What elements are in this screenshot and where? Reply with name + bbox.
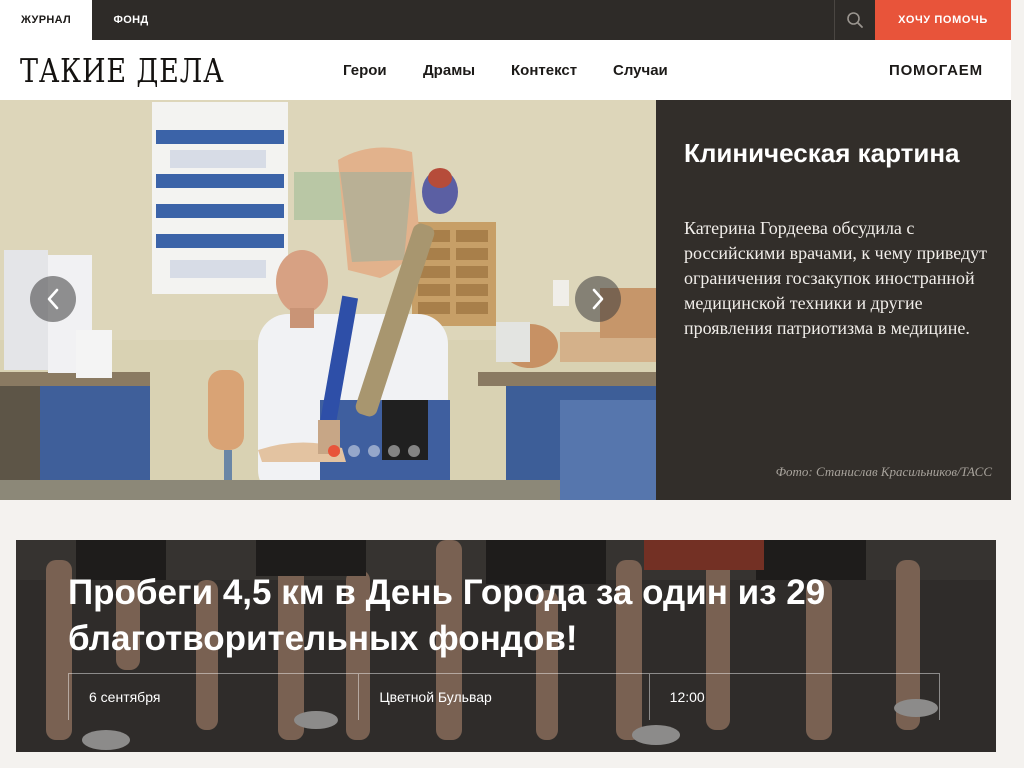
- slider-dot[interactable]: [348, 445, 360, 457]
- nav-item-cases[interactable]: Случаи: [613, 40, 668, 100]
- tab-journal[interactable]: ЖУРНАЛ: [0, 0, 92, 40]
- nav-item-we-help[interactable]: ПОМОГАЕМ: [889, 40, 983, 100]
- workshop-photo: [0, 100, 656, 500]
- photo-credit: Фото: Станислав Красильников/ТАСС: [775, 464, 992, 479]
- event-banner[interactable]: Пробеги 4,5 км в День Города за один из …: [16, 540, 996, 752]
- slider-dot[interactable]: [408, 445, 420, 457]
- search-button[interactable]: [834, 0, 875, 40]
- slider-dot[interactable]: [388, 445, 400, 457]
- event-details: 6 сентября Цветной Бульвар 12:00: [68, 673, 940, 720]
- event-place: Цветной Бульвар: [358, 674, 648, 720]
- slider-dot[interactable]: [368, 445, 380, 457]
- chevron-left-icon: [47, 288, 59, 310]
- banner-title: Пробеги 4,5 км в День Города за один из …: [68, 573, 826, 658]
- event-date: 6 сентября: [68, 674, 358, 720]
- top-bar: ЖУРНАЛ ФОНД ХОЧУ ПОМОЧЬ: [0, 0, 1011, 40]
- chevron-right-icon: [592, 288, 604, 310]
- want-to-help-button[interactable]: ХОЧУ ПОМОЧЬ: [875, 0, 1011, 40]
- slider-dot[interactable]: [328, 445, 340, 457]
- nav-item-context[interactable]: Контекст: [511, 40, 577, 100]
- tab-fund[interactable]: ФОНД: [92, 0, 170, 40]
- site-logo[interactable]: ТАКИЕ ДЕЛА: [20, 54, 224, 88]
- search-icon: [847, 12, 863, 28]
- slider-dots: [328, 445, 420, 457]
- hero-slider: Клиническая картина Катерина Гордеева об…: [0, 100, 1011, 500]
- slider-next-button[interactable]: [575, 276, 621, 322]
- nav-item-dramas[interactable]: Драмы: [423, 40, 475, 100]
- hero-text-panel: Клиническая картина Катерина Гордеева об…: [656, 100, 1011, 500]
- main-nav: ТАКИЕ ДЕЛА Герои Драмы Контекст Случаи П…: [0, 40, 1011, 100]
- nav-item-heroes[interactable]: Герои: [343, 40, 387, 100]
- event-time: 12:00: [648, 674, 940, 720]
- hero-photo[interactable]: [0, 100, 656, 500]
- hero-description: Катерина Гордеева обсудила с российскими…: [684, 218, 988, 338]
- slider-prev-button[interactable]: [30, 276, 76, 322]
- hero-title[interactable]: Клиническая картина: [684, 136, 984, 171]
